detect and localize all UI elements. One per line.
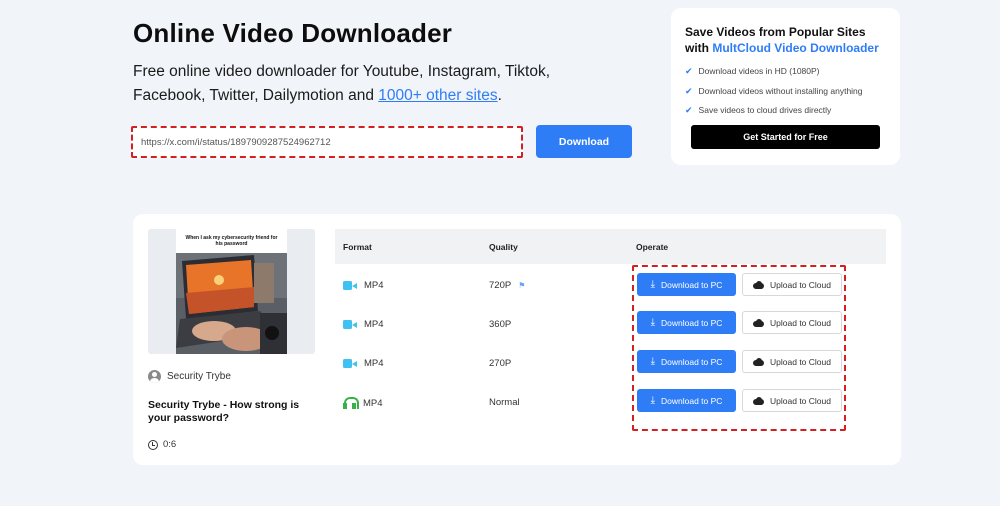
quality-cell: 360P	[489, 319, 511, 330]
column-operate: Operate	[636, 242, 669, 252]
author-name: Security Trybe	[167, 371, 231, 382]
get-started-button[interactable]: Get Started for Free	[691, 124, 880, 149]
promo-title-with: with	[685, 41, 713, 55]
promo-feature: ✔ Download videos in HD (1080P)	[685, 66, 886, 76]
quality-cell: 720P ⚑	[489, 280, 525, 291]
promo-title-line1: Save Videos from Popular Sites	[685, 25, 866, 39]
promo-feature-text: Save videos to cloud drives directly	[698, 105, 832, 115]
format-cell: MP4	[343, 358, 384, 369]
promo-feature: ✔ Download videos without installing anyt…	[685, 86, 886, 96]
quality-text: 360P	[489, 319, 512, 330]
quality-text: Normal	[489, 397, 520, 408]
column-format: Format	[343, 242, 372, 252]
thumbnail-caption: When I ask my cybersecurity friend for h…	[185, 235, 278, 247]
promo-feature: ✔ Save videos to cloud drives directly	[685, 105, 886, 115]
check-icon: ✔	[685, 85, 693, 96]
quality-cell: 270P	[489, 358, 511, 369]
flag-icon: ⚑	[518, 281, 526, 290]
promo-brand: MultCloud Video Downloader	[712, 41, 879, 55]
video-author: Security Trybe	[148, 370, 231, 383]
result-card: When I ask my cybersecurity friend for h…	[133, 214, 901, 465]
url-input-wrapper	[131, 126, 523, 158]
thumbnail-scene-icon	[176, 253, 287, 354]
hero-description: Free online video downloader for Youtube…	[133, 60, 613, 108]
thumbnail-image	[176, 253, 287, 354]
promo-card: Save Videos from Popular Sites with Mult…	[671, 8, 900, 165]
video-camera-icon	[343, 320, 357, 329]
promo-feature-text: Download videos in HD (1080P)	[698, 66, 820, 76]
page-title: Online Video Downloader	[133, 18, 453, 48]
promo-feature-text: Download videos without installing anyth…	[698, 85, 863, 96]
check-icon: ✔	[685, 105, 693, 115]
duration-text: 0:6	[163, 439, 177, 450]
format-text: MP4	[364, 319, 384, 330]
video-thumbnail[interactable]: When I ask my cybersecurity friend for h…	[176, 229, 287, 354]
promo-features: ✔ Download videos in HD (1080P) ✔ Download…	[685, 66, 886, 115]
clock-icon	[148, 439, 158, 450]
operate-highlight-box	[632, 265, 846, 431]
video-camera-icon	[343, 359, 357, 368]
hero-description-end: .	[497, 87, 502, 104]
avatar-icon	[148, 370, 161, 383]
video-duration: 0:6	[148, 439, 176, 450]
other-sites-link[interactable]: 1000+ other sites	[378, 87, 497, 104]
quality-text: 720P	[489, 280, 512, 291]
check-icon: ✔	[685, 66, 693, 76]
format-cell: MP4	[343, 397, 383, 409]
format-text: MP4	[363, 397, 383, 409]
format-cell: MP4	[343, 319, 384, 330]
headphones-icon	[343, 397, 359, 409]
format-text: MP4	[364, 280, 384, 291]
url-input[interactable]	[141, 128, 521, 156]
format-text: MP4	[364, 358, 384, 369]
video-thumbnail-wrapper: When I ask my cybersecurity friend for h…	[148, 229, 315, 354]
video-title: Security Trybe - How strong is your pass…	[148, 399, 300, 424]
quality-text: 270P	[489, 358, 512, 369]
quality-cell: Normal	[489, 397, 520, 408]
download-button[interactable]: Download	[536, 125, 632, 158]
video-camera-icon	[343, 281, 357, 290]
promo-title: Save Videos from Popular Sites with Mult…	[685, 24, 886, 56]
format-cell: MP4	[343, 280, 384, 291]
column-quality: Quality	[489, 242, 518, 252]
table-header: Format Quality Operate	[335, 229, 886, 264]
